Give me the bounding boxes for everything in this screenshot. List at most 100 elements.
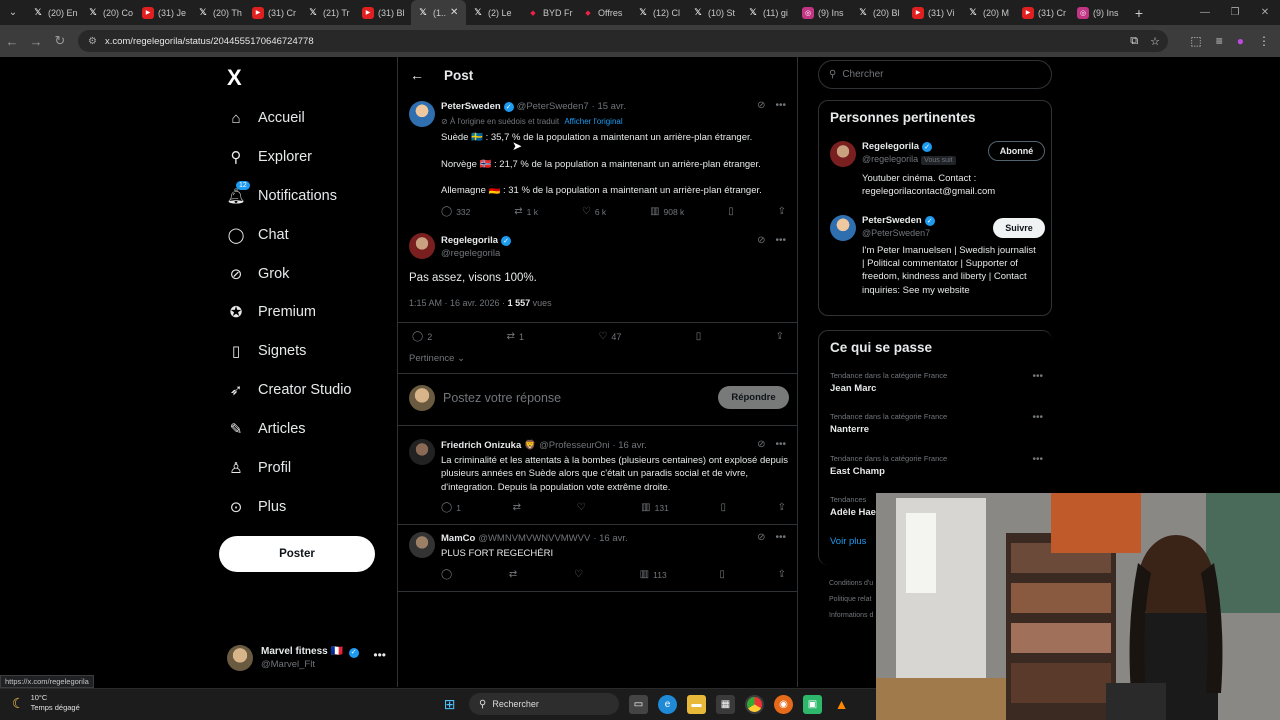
author-name[interactable]: Regelegorila — [441, 235, 498, 246]
sort-dropdown[interactable]: Pertinence ⌄ — [409, 353, 465, 364]
app-icon[interactable]: ▣ — [803, 694, 822, 714]
nav-item-creator-studio[interactable]: ➶ Creator Studio — [227, 378, 352, 402]
edge-icon[interactable]: e — [658, 694, 677, 714]
browser-tab[interactable]: ◆ Offres — [576, 0, 631, 25]
bookmark-button[interactable]: ▯ — [728, 206, 734, 217]
footer-link[interactable]: Politique relat — [829, 592, 873, 608]
browser-tab[interactable]: 𝕏 (12) Cl — [631, 0, 686, 25]
footer-link[interactable]: Informations d — [829, 608, 873, 624]
trend-item[interactable]: Tendance dans la catégorie France Jean M… — [830, 371, 1045, 401]
reload-icon[interactable]: ↻ — [48, 33, 72, 49]
browser-tab[interactable]: 𝕏 (21) Tr — [301, 0, 356, 25]
forward-arrow-icon[interactable]: → — [24, 34, 48, 49]
tab-search-icon[interactable]: ⌄ — [0, 0, 26, 25]
reply-button[interactable]: ◯ 2 — [412, 331, 432, 342]
firefox-icon[interactable]: ◉ — [774, 694, 793, 714]
repost-button[interactable]: ⇄ 1 — [507, 331, 524, 342]
footer-link[interactable]: Conditions d'u — [829, 576, 873, 592]
reply-submit-button[interactable]: Répondre — [718, 386, 789, 409]
reply-tweet[interactable]: MamCo @WMNVMVWNVVMWVV · 16 avr. ⊘ ••• PL… — [398, 526, 798, 592]
grok-icon[interactable]: ⊘ — [757, 439, 765, 450]
like-button[interactable]: ♡ — [577, 502, 590, 513]
more-icon[interactable]: ••• — [1032, 454, 1043, 465]
browser-tab[interactable]: ◎ (9) Ins — [796, 0, 851, 25]
avatar[interactable] — [409, 233, 435, 259]
browser-tab[interactable]: 𝕏 (11) gi — [741, 0, 796, 25]
following-button[interactable]: Abonné — [988, 141, 1045, 161]
nav-item-premium[interactable]: ✪ Premium — [227, 300, 316, 324]
author-handle[interactable]: @regelegorila — [441, 248, 500, 259]
vlc-icon[interactable]: ▲ — [832, 695, 851, 714]
share-button[interactable]: ⇪ — [776, 331, 784, 342]
author-name[interactable]: Friedrich Onizuka — [441, 440, 521, 451]
reply-button[interactable]: ◯ 1 — [441, 502, 461, 513]
more-icon[interactable]: ••• — [1032, 412, 1043, 423]
avatar[interactable] — [830, 141, 856, 167]
more-options-icon[interactable]: ••• — [373, 648, 386, 662]
nav-item-grok[interactable]: ⊘ Grok — [227, 262, 290, 286]
nav-item-signets[interactable]: ▯ Signets — [227, 339, 307, 363]
browser-tab[interactable]: ▶ (31) Bl — [356, 0, 411, 25]
reply-input[interactable]: Postez votre réponse — [443, 391, 561, 405]
star-icon[interactable]: ☆ — [1150, 35, 1160, 48]
nav-item-chat[interactable]: ◯ Chat — [227, 223, 289, 247]
person-handle[interactable]: @PeterSweden7 — [862, 228, 930, 238]
browser-tab[interactable]: ▶ (31) Vi — [906, 0, 961, 25]
grok-icon[interactable]: ⊘ — [757, 100, 765, 111]
browser-tab[interactable]: 𝕏 (20) En — [26, 0, 81, 25]
store-icon[interactable]: ▦ — [716, 694, 735, 714]
taskbar-search[interactable]: ⚲ Rechercher — [469, 693, 619, 715]
views-button[interactable]: ▥ 908 k — [650, 206, 684, 217]
like-button[interactable]: ♡ 47 — [598, 331, 621, 342]
person-card[interactable]: Regelegorila ✓ @regelegorila Vous suit Abo… — [830, 141, 1045, 201]
share-button[interactable]: ⇪ — [778, 502, 786, 513]
restore-icon[interactable]: ❐ — [1220, 0, 1250, 25]
views-button[interactable]: ▥ 113 — [640, 569, 667, 580]
folder-icon[interactable]: ▬ — [687, 694, 706, 714]
browser-tab[interactable]: ◎ (9) Ins — [1071, 0, 1126, 25]
browser-tab[interactable]: 𝕏 (1.. ✕ — [411, 0, 466, 25]
follow-button[interactable]: Suivre — [993, 218, 1045, 238]
url-field[interactable]: ⚙ x.com/regelegorila/status/204455517064… — [78, 30, 1168, 52]
site-info-icon[interactable]: ⚙ — [88, 36, 97, 47]
nav-item-explorer[interactable]: ⚲ Explorer — [227, 145, 313, 169]
back-icon[interactable]: ← — [410, 67, 424, 83]
browser-tab[interactable]: ▶ (31) Cr — [1016, 0, 1071, 25]
reply-composer[interactable]: Postez votre réponse Répondre — [409, 385, 789, 411]
person-name[interactable]: PeterSweden — [862, 215, 922, 226]
author-handle[interactable]: @ProfesseurOni — [539, 440, 609, 451]
like-button[interactable]: ♡ 6 k — [582, 206, 606, 217]
chrome-icon[interactable] — [745, 694, 764, 714]
nav-item-articles[interactable]: ✎ Articles — [227, 417, 306, 441]
browser-tab[interactable]: 𝕏 (20) M — [961, 0, 1016, 25]
more-icon[interactable]: ••• — [775, 439, 786, 450]
reply-tweet[interactable]: Friedrich Onizuka 🦁 @ProfesseurOni · 16 … — [398, 433, 798, 525]
views-button[interactable]: ▥ 131 — [641, 502, 669, 513]
grok-icon[interactable]: ⊘ — [757, 235, 765, 246]
reply-button[interactable]: ◯ — [441, 569, 456, 580]
avatar[interactable] — [409, 532, 435, 558]
trend-item[interactable]: Tendance dans la catégorie France East C… — [830, 454, 1045, 484]
grok-icon[interactable]: ⊘ — [757, 532, 765, 543]
browser-tab[interactable]: ▶ (31) Je — [136, 0, 191, 25]
more-icon[interactable]: ••• — [775, 532, 786, 543]
more-icon[interactable]: ••• — [775, 100, 786, 111]
profile-icon[interactable]: ● — [1237, 34, 1244, 48]
back-arrow-icon[interactable]: ← — [0, 34, 24, 49]
x-logo-icon[interactable]: X — [227, 65, 242, 91]
nav-item-accueil[interactable]: ⌂ Accueil — [227, 106, 304, 130]
browser-tab[interactable]: ▶ (31) Cr — [246, 0, 301, 25]
author-handle[interactable]: @PeterSweden7 — [517, 101, 589, 112]
browser-tab[interactable]: 𝕏 (2) Le — [466, 0, 521, 25]
parent-tweet[interactable]: PeterSweden ✓ @PeterSweden7 · 15 avr. ⊘ … — [398, 95, 798, 227]
repost-button[interactable]: ⇄ 1 k — [514, 206, 538, 217]
browser-tab[interactable]: 𝕏 (20) Th — [191, 0, 246, 25]
browser-tab[interactable]: ◆ BYD Fr — [521, 0, 576, 25]
repost-button[interactable]: ⇄ — [509, 569, 521, 580]
weather-widget[interactable]: ☾ 10°C Temps dégagé — [12, 693, 80, 713]
search-input[interactable]: ⚲ Chercher — [818, 60, 1052, 89]
avatar[interactable] — [409, 439, 435, 465]
author-name[interactable]: MamCo — [441, 533, 475, 544]
more-icon[interactable]: ••• — [1032, 371, 1043, 382]
repost-button[interactable]: ⇄ — [513, 502, 525, 513]
